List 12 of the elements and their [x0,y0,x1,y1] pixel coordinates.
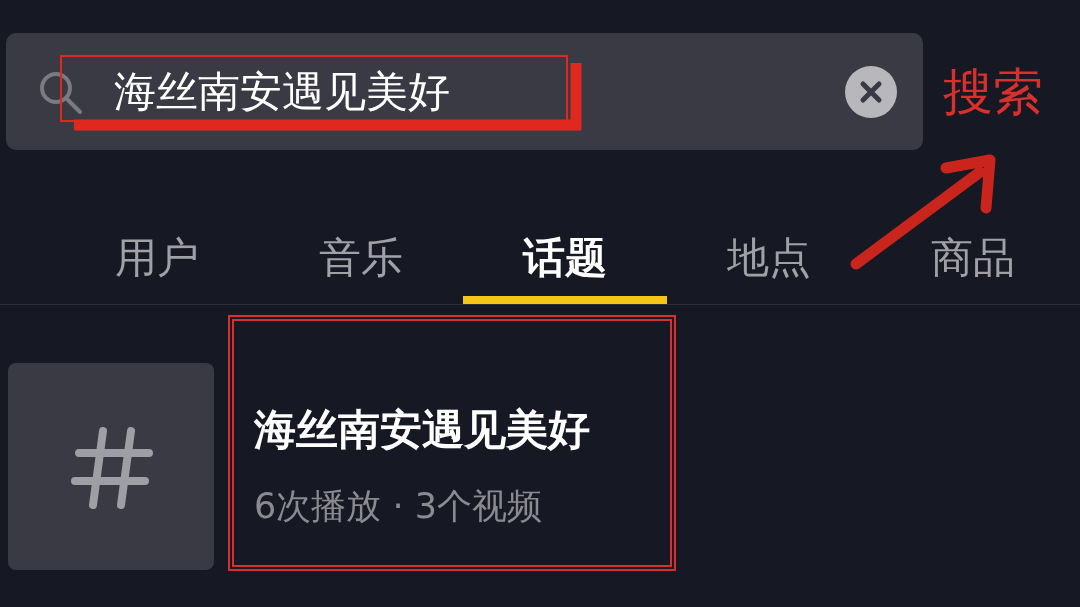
tab[interactable]: 音乐 [259,212,463,304]
result-stats: 6次播放 · 3个视频 [254,489,543,524]
search-button[interactable]: 搜索 [943,66,1043,117]
tab[interactable]: 用户 [55,212,259,304]
clear-icon[interactable] [845,65,897,118]
hashtag-icon [69,424,153,509]
search-field[interactable]: 海丝南安遇见美好 [6,33,923,150]
tab[interactable]: 商品 [871,212,1075,304]
search-text: 海丝南安遇见美好 [114,70,450,113]
result-title[interactable]: 海丝南安遇见美好 [254,409,590,451]
tab[interactable]: 地点 [667,212,871,304]
tab[interactable]: 话题 [463,212,667,304]
